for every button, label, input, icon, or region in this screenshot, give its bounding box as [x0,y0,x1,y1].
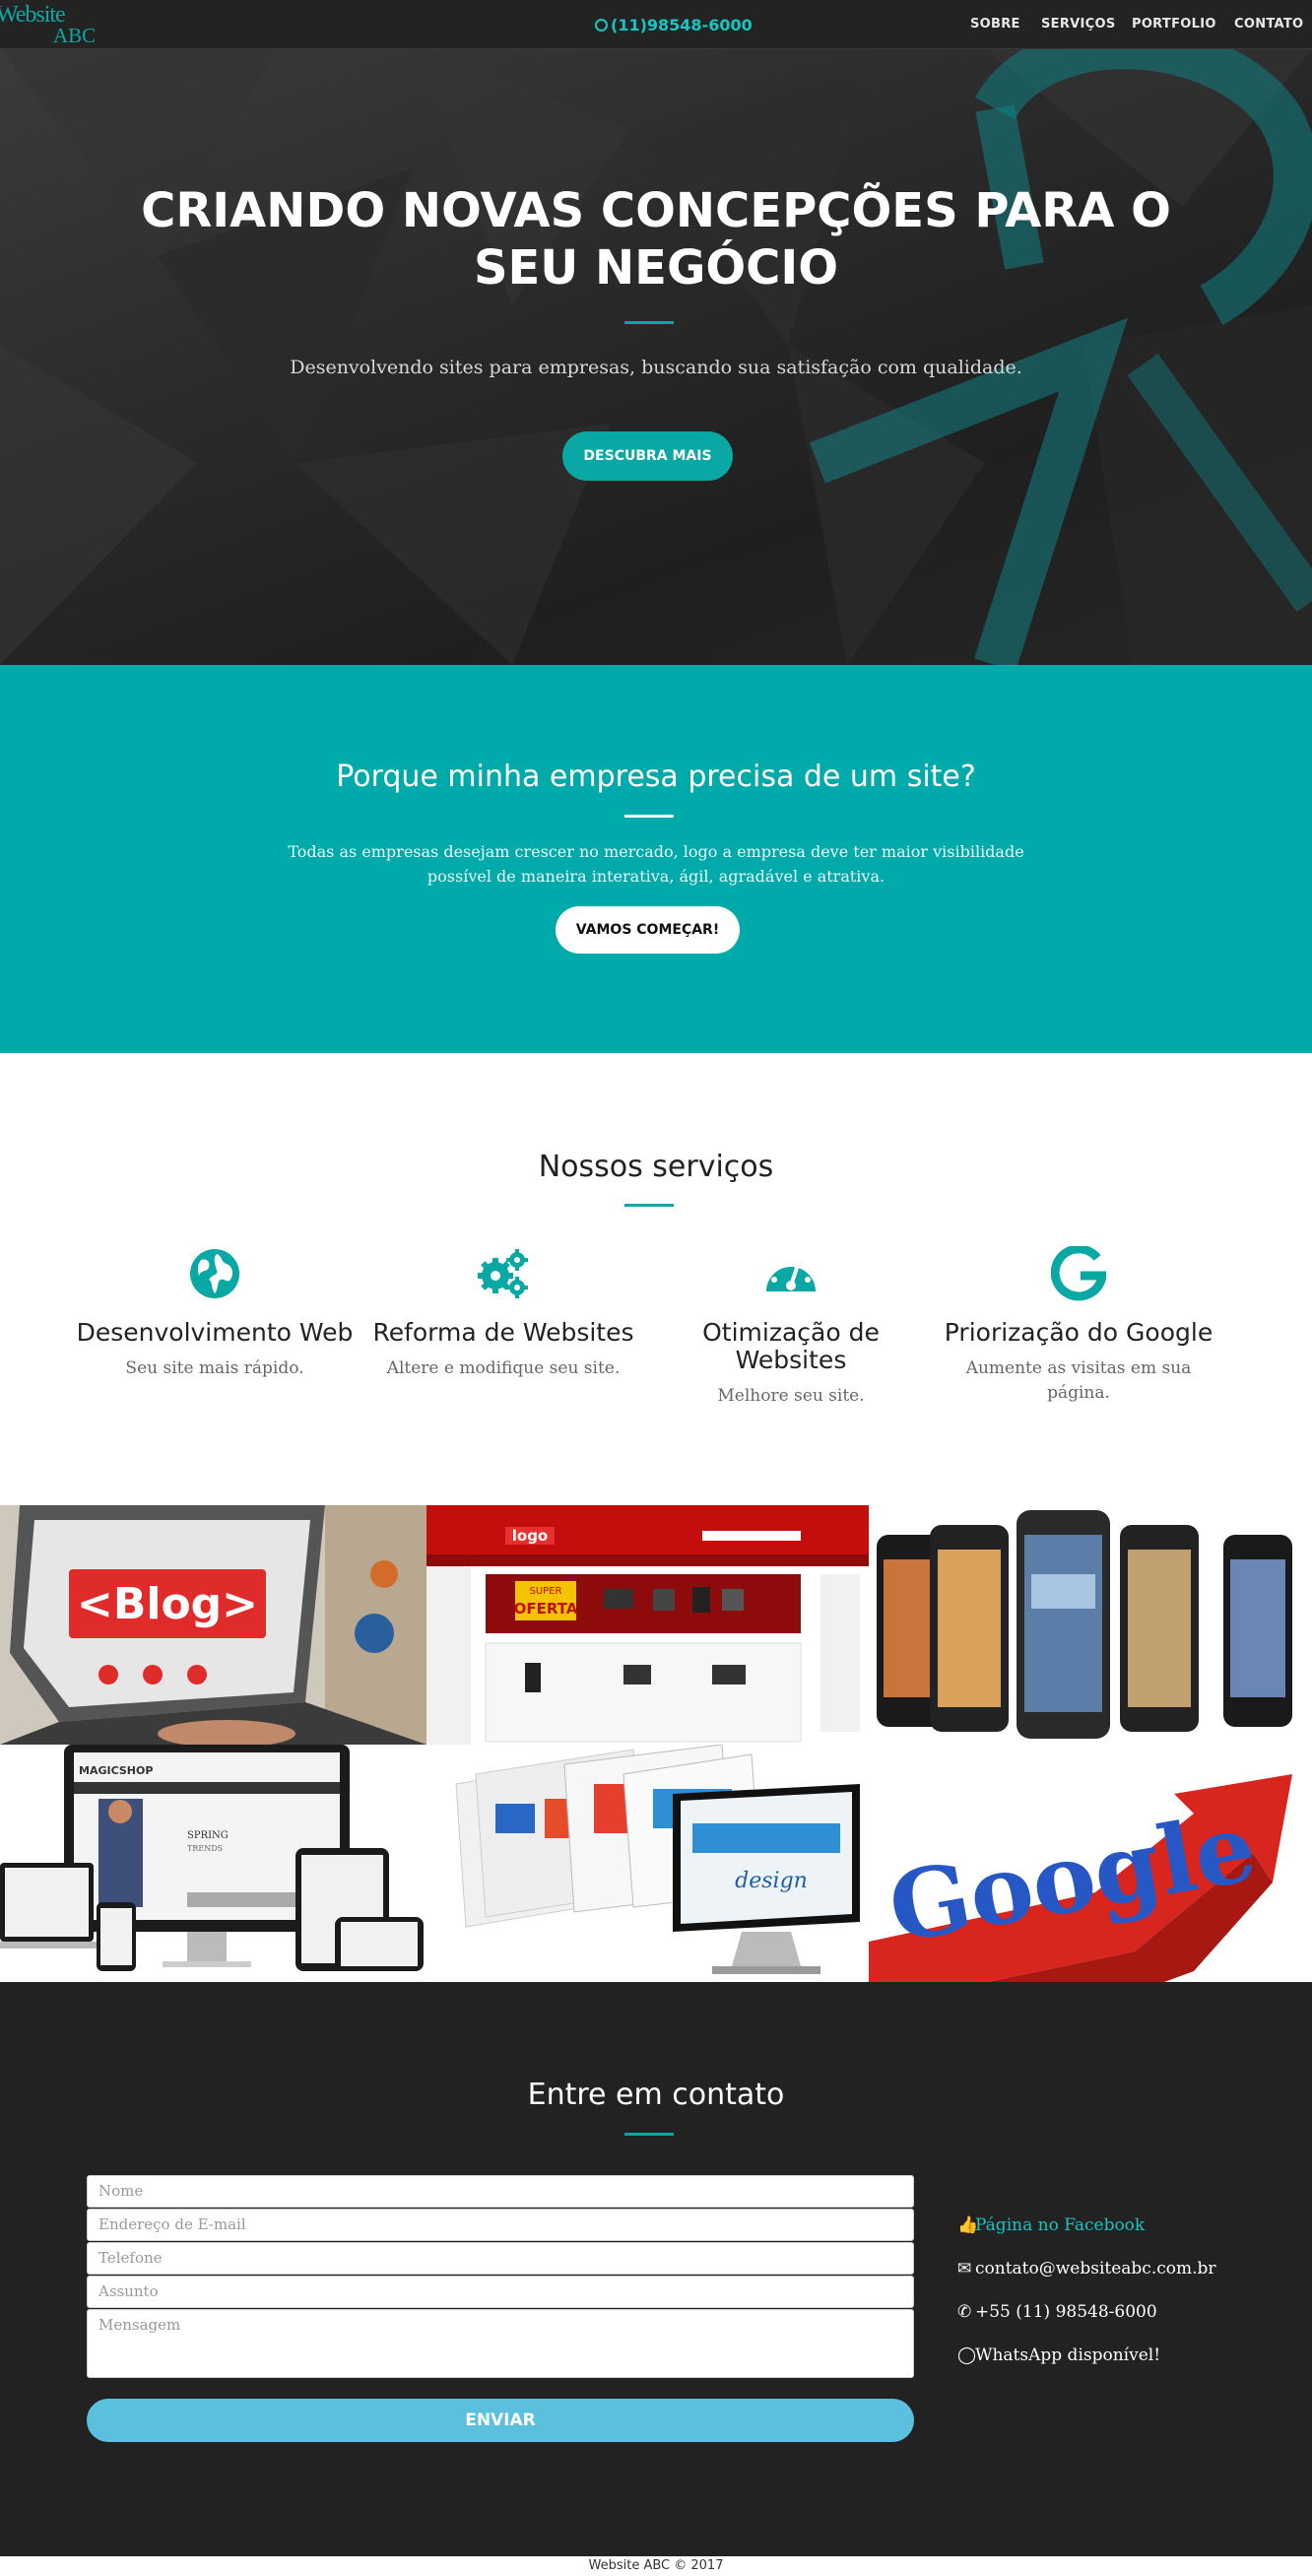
contact-whatsapp-text: WhatsApp disponível! [975,2345,1161,2365]
thumbs-up-icon: 👍 [957,2215,979,2235]
service-desc-line2: página. [1047,1383,1110,1403]
services-title: Nossos serviços [538,1150,774,1184]
portfolio-item-ecommerce[interactable]: logo SUPER OFERTA [426,1505,869,1745]
service-web-development: Desenvolvimento Web Seu site mais rápido… [72,1246,358,1381]
magic-trends-text: TRENDS [187,1844,223,1853]
mobile-phones-image [869,1505,1312,1745]
contact-phone: ✆ +55 (11) 98548-6000 [957,2302,1157,2322]
logo-text-abc: ABC [53,24,97,47]
gears-icon [478,1249,528,1298]
portfolio-item-google[interactable]: Google [869,1745,1312,1982]
hero-title-line2: SEU NEGÓCIO [473,240,839,296]
service-desc-line1: Aumente as visitas em sua [965,1358,1192,1378]
globe-icon [190,1249,239,1298]
whatsapp-icon: ◯ [957,2345,977,2365]
service-name-line1: Otimização de [702,1318,880,1347]
why-divider [624,815,674,818]
why-title: Porque minha empresa precisa de um site? [336,760,976,794]
why-text: Todas as empresas desejam crescer no mer… [0,839,1312,889]
service-name: Priorização do Google [944,1318,1214,1347]
hero-subtitle: Desenvolvendo sites para empresas, busca… [290,357,1022,378]
magic-shop-text: MAGICSHOP [79,1764,153,1777]
service-desc: Seu site mais rápido. [125,1358,304,1378]
nav-link-portfolio[interactable]: PORTFOLIO [1132,17,1216,32]
design-text: design [735,1869,808,1893]
phone-field[interactable]: Telefone [87,2242,914,2275]
nav-link-sobre[interactable]: SOBRE [970,17,1020,32]
service-desc: Aumente as visitas em sua página. [936,1356,1221,1406]
facebook-text: Página no Facebook [975,2215,1146,2235]
dashboard-icon [766,1257,816,1291]
service-desc: Altere e modifique seu site. [386,1358,621,1378]
service-website-redesign: Reforma de Websites Altere e modifique s… [361,1246,646,1381]
contact-divider [624,2133,674,2136]
service-name: Reforma de Websites [372,1318,634,1347]
contact-email-text: contato@websiteabc.com.br [975,2259,1216,2279]
name-field[interactable]: Nome [87,2175,914,2208]
subject-field[interactable]: Assunto [87,2276,914,2308]
footer: Website ABC © 2017 [0,2556,1312,2576]
send-button[interactable]: ENVIAR [87,2399,914,2442]
nav-phone-number: (11)98548-6000 [611,16,753,34]
nav-phone-link[interactable]: (11)98548-6000 [595,16,753,34]
site-logo[interactable]: Website ABC [0,2,108,47]
navbar: Website ABC (11)98548-6000 SOBRE SERVIÇO… [0,0,1312,49]
portfolio-item-mobile[interactable] [869,1505,1312,1745]
contact-title: Entre em contato [527,2078,785,2112]
blog-laptop-image: <Blog> [0,1505,426,1745]
google-ranking-image: Google [869,1745,1312,1982]
hero-title: CRIANDO NOVAS CONCEPÇÕES PARA O SEU NEGÓ… [0,182,1312,297]
shop-banner-oferta: OFERTA [514,1600,578,1618]
envelope-icon: ✉ [957,2259,972,2279]
why-section: Porque minha empresa precisa de um site?… [0,665,1312,1053]
message-field[interactable]: Mensagem [87,2309,914,2378]
magic-spring-text: SPRING [187,1830,229,1841]
nav-link-servicos[interactable]: SERVIÇOS [1041,17,1116,32]
service-name-line2: Websites [735,1346,847,1374]
web-design-screens-image: design [426,1745,869,1982]
portfolio-item-blog[interactable]: <Blog> [0,1505,426,1745]
footer-copyright: Website ABC © 2017 [588,2558,724,2573]
discover-more-button[interactable]: DESCUBRA MAIS [562,431,733,481]
hero-section: CRIANDO NOVAS CONCEPÇÕES PARA O SEU NEGÓ… [0,49,1312,665]
email-field[interactable]: Endereço de E-mail [87,2209,914,2241]
service-desc: Melhore seu site. [717,1386,865,1406]
ecommerce-screenshot-image: logo SUPER OFERTA [426,1505,869,1745]
service-name: Otimização de Websites [648,1319,934,1374]
responsive-devices-image: MAGICSHOP SPRING TRENDS [0,1745,426,1982]
google-icon [1051,1246,1106,1301]
contact-phone-text: +55 (11) 98548-6000 [975,2302,1157,2322]
why-text-line1: Todas as empresas desejam crescer no mer… [288,842,1024,861]
contact-email: ✉ contato@websiteabc.com.br [957,2259,1216,2279]
service-name: Desenvolvimento Web [76,1318,354,1347]
services-divider [624,1204,674,1207]
shop-logo-text: logo [512,1527,549,1545]
shop-banner-super: SUPER [530,1586,562,1597]
hero-title-line1: CRIANDO NOVAS CONCEPÇÕES PARA O [141,183,1171,238]
contact-section: Entre em contato Nome Endereço de E-mail… [0,1982,1312,2556]
hero-divider [624,321,674,324]
why-text-line2: possível de maneira interativa, ágil, ag… [426,867,886,886]
lets-start-button[interactable]: VAMOS COMEÇAR! [556,906,740,954]
service-website-optimization: Otimização de Websites Melhore seu site. [648,1246,934,1409]
contact-whatsapp: ◯WhatsApp disponível! [957,2345,1160,2365]
portfolio-item-web-design[interactable]: design [426,1745,869,1982]
portfolio-item-responsive[interactable]: MAGICSHOP SPRING TRENDS [0,1745,426,1982]
phone-icon: ✆ [957,2302,972,2322]
facebook-link[interactable]: 👍Página no Facebook [957,2215,1145,2235]
blog-text: <Blog> [77,1579,258,1629]
nav-link-contato[interactable]: CONTATO [1234,17,1303,32]
whatsapp-icon [595,19,608,32]
service-google-priority: Priorização do Google Aumente as visitas… [936,1246,1221,1406]
